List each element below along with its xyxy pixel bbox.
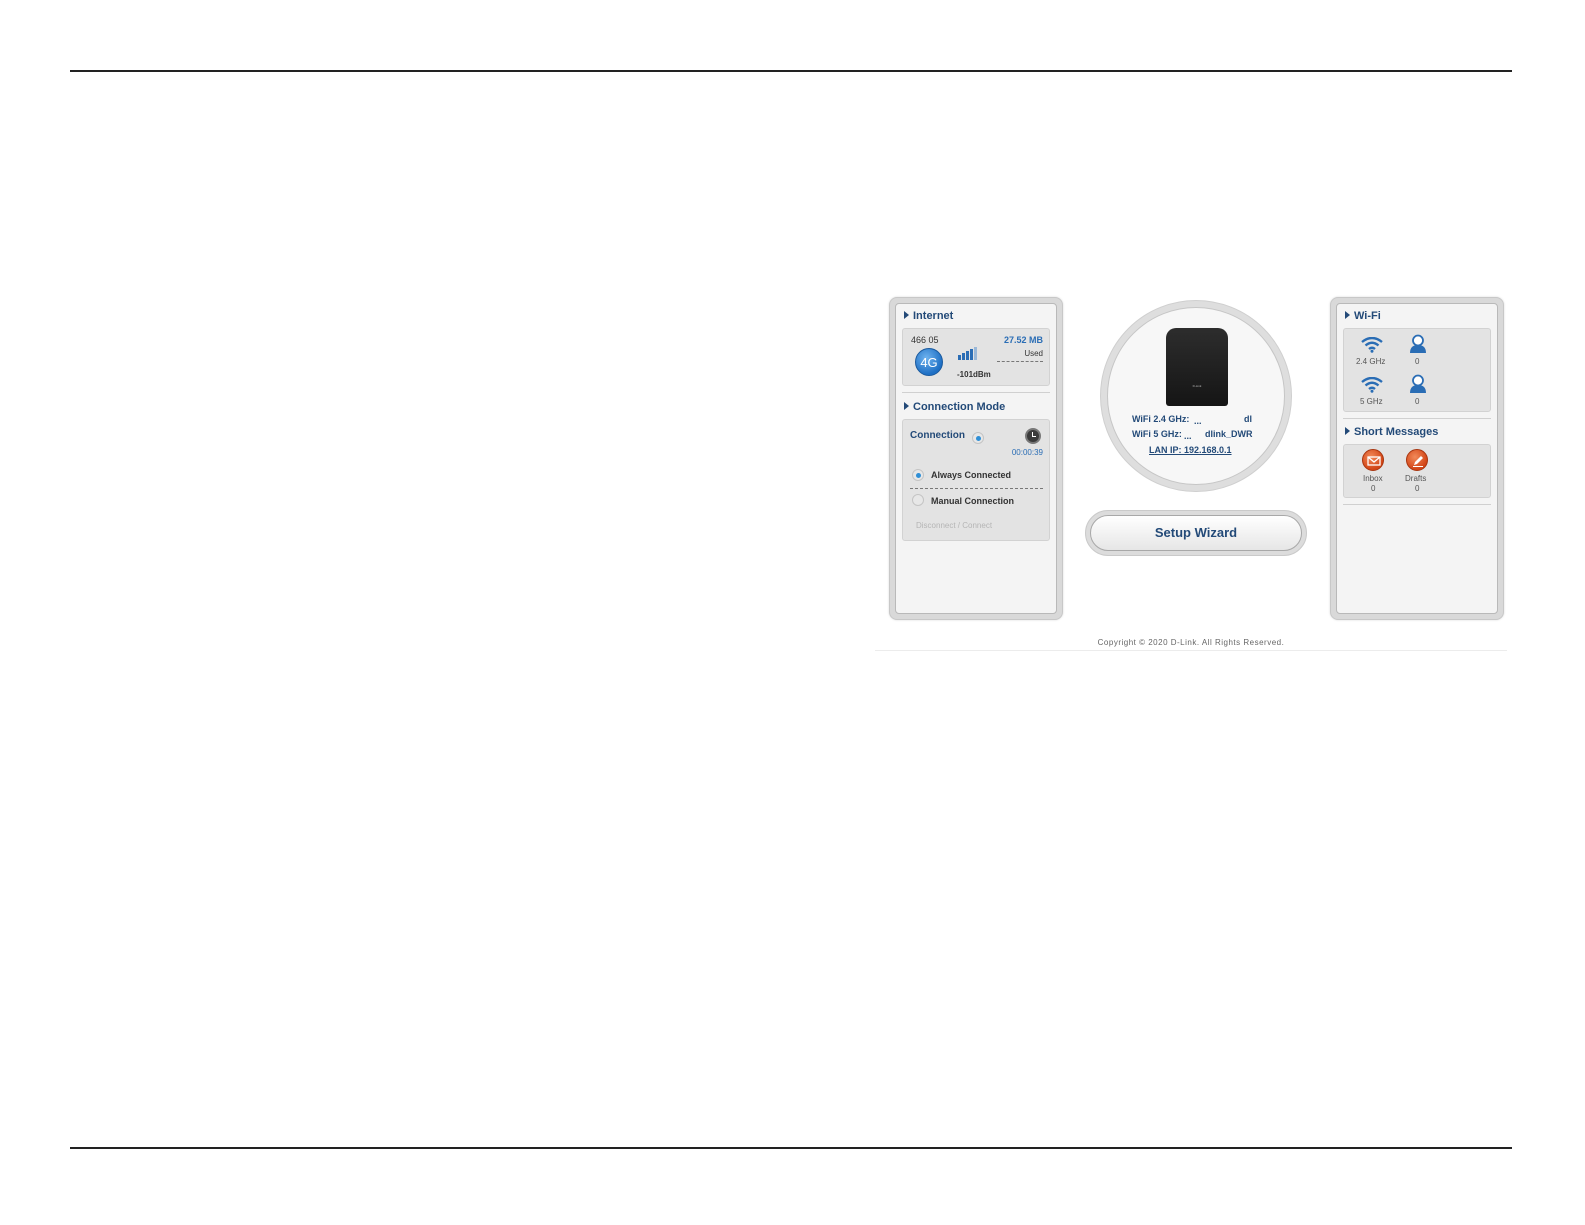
band5-clients: 0 xyxy=(1415,397,1420,406)
bottom-divider xyxy=(70,1147,1512,1149)
device-status-inner: D-Link WiFi 2.4 GHz: ... dl WiFi 5 GHz: … xyxy=(1107,307,1285,485)
clock-icon xyxy=(1025,428,1041,444)
inbox-count: 0 xyxy=(1371,484,1376,493)
left-panel: Internet 466 05 4G -101dBm 27.52 MB Used… xyxy=(889,297,1063,620)
connection-mode-title-text: Connection Mode xyxy=(913,401,1006,413)
band24-clients: 0 xyxy=(1415,357,1420,366)
wifi5-label: WiFi 5 GHz: xyxy=(1132,429,1182,439)
band24-label: 2.4 GHz xyxy=(1356,357,1386,366)
wifi5-ssid: dlink_DWR xyxy=(1205,429,1253,439)
left-panel-inner: Internet 466 05 4G -101dBm 27.52 MB Used… xyxy=(895,303,1057,614)
data-used-label: Used xyxy=(1024,349,1043,358)
connection-timer: 00:00:39 xyxy=(1011,448,1043,457)
setup-wizard-button[interactable]: Setup Wizard xyxy=(1090,515,1302,551)
right-panel-inner: Wi-Fi 2.4 GHz 0 5 GHz 0 Short Messages I… xyxy=(1336,303,1498,614)
always-connected-label[interactable]: Always Connected xyxy=(931,470,1011,480)
manual-connection-label[interactable]: Manual Connection xyxy=(931,496,1014,506)
operator-code: 466 05 xyxy=(911,335,939,345)
short-messages-section-title[interactable]: Short Messages xyxy=(1345,426,1438,438)
short-messages-box: Inbox 0 Drafts 0 xyxy=(1343,444,1491,498)
device-status-circle: D-Link WiFi 2.4 GHz: ... dl WiFi 5 GHz: … xyxy=(1100,300,1292,492)
right-panel: Wi-Fi 2.4 GHz 0 5 GHz 0 Short Messages I… xyxy=(1330,297,1504,620)
setup-wizard-frame: Setup Wizard xyxy=(1085,510,1307,556)
manual-connection-radio[interactable] xyxy=(912,494,924,506)
internet-separator xyxy=(902,392,1050,393)
4g-badge-icon: 4G xyxy=(915,348,943,376)
connection-mode-box: Connection 00:00:39 Always Connected Man… xyxy=(902,419,1050,541)
always-connected-radio[interactable] xyxy=(912,469,924,481)
signal-strength: -101dBm xyxy=(957,370,991,379)
signal-bars-icon xyxy=(958,347,978,360)
wifi-status-box: 2.4 GHz 0 5 GHz 0 xyxy=(1343,328,1491,412)
triangle-right-icon xyxy=(1345,427,1350,435)
internet-title-text: Internet xyxy=(913,310,954,322)
disconnect-connect-button[interactable]: Disconnect / Connect xyxy=(916,521,992,530)
internet-section-title[interactable]: Internet xyxy=(904,310,953,322)
connection-label: Connection xyxy=(910,430,965,441)
wifi24-label: WiFi 2.4 GHz: xyxy=(1132,414,1190,424)
wifi-icon xyxy=(1361,377,1383,393)
user-icon[interactable] xyxy=(1408,374,1428,394)
envelope-icon[interactable] xyxy=(1362,449,1384,471)
wifi-title-text: Wi-Fi xyxy=(1354,310,1381,322)
connection-toggle[interactable] xyxy=(972,432,984,444)
wifi5-ellipsis: ... xyxy=(1184,431,1192,441)
pencil-icon[interactable] xyxy=(1406,449,1428,471)
wifi24-ssid: dl xyxy=(1244,414,1252,424)
drafts-count: 0 xyxy=(1415,484,1420,493)
sms-separator xyxy=(1343,504,1491,505)
router-image: D-Link xyxy=(1166,328,1228,406)
connection-mode-section-title[interactable]: Connection Mode xyxy=(904,401,1005,413)
lan-ip-link[interactable]: LAN IP: 192.168.0.1 xyxy=(1149,445,1232,455)
wifi24-ellipsis: ... xyxy=(1194,416,1202,426)
short-messages-title-text: Short Messages xyxy=(1354,426,1439,438)
user-icon[interactable] xyxy=(1408,334,1428,354)
connection-option-divider xyxy=(910,488,1043,489)
footer-divider xyxy=(875,650,1507,651)
copyright-text: Copyright © 2020 D-Link. All Rights Rese… xyxy=(1097,638,1285,647)
triangle-right-icon xyxy=(904,311,909,319)
inbox-label[interactable]: Inbox xyxy=(1363,474,1383,483)
triangle-right-icon xyxy=(1345,311,1350,319)
band5-label: 5 GHz xyxy=(1360,397,1383,406)
wifi-section-title[interactable]: Wi-Fi xyxy=(1345,310,1381,322)
triangle-right-icon xyxy=(904,402,909,410)
data-used-value: 27.52 MB xyxy=(1003,335,1043,345)
drafts-label[interactable]: Drafts xyxy=(1405,474,1426,483)
used-underline xyxy=(997,361,1043,362)
router-logo: D-Link xyxy=(1192,384,1202,388)
wifi-separator xyxy=(1343,418,1491,419)
top-divider xyxy=(70,70,1512,72)
wifi-icon xyxy=(1361,337,1383,353)
internet-status-box: 466 05 4G -101dBm 27.52 MB Used xyxy=(902,328,1050,386)
